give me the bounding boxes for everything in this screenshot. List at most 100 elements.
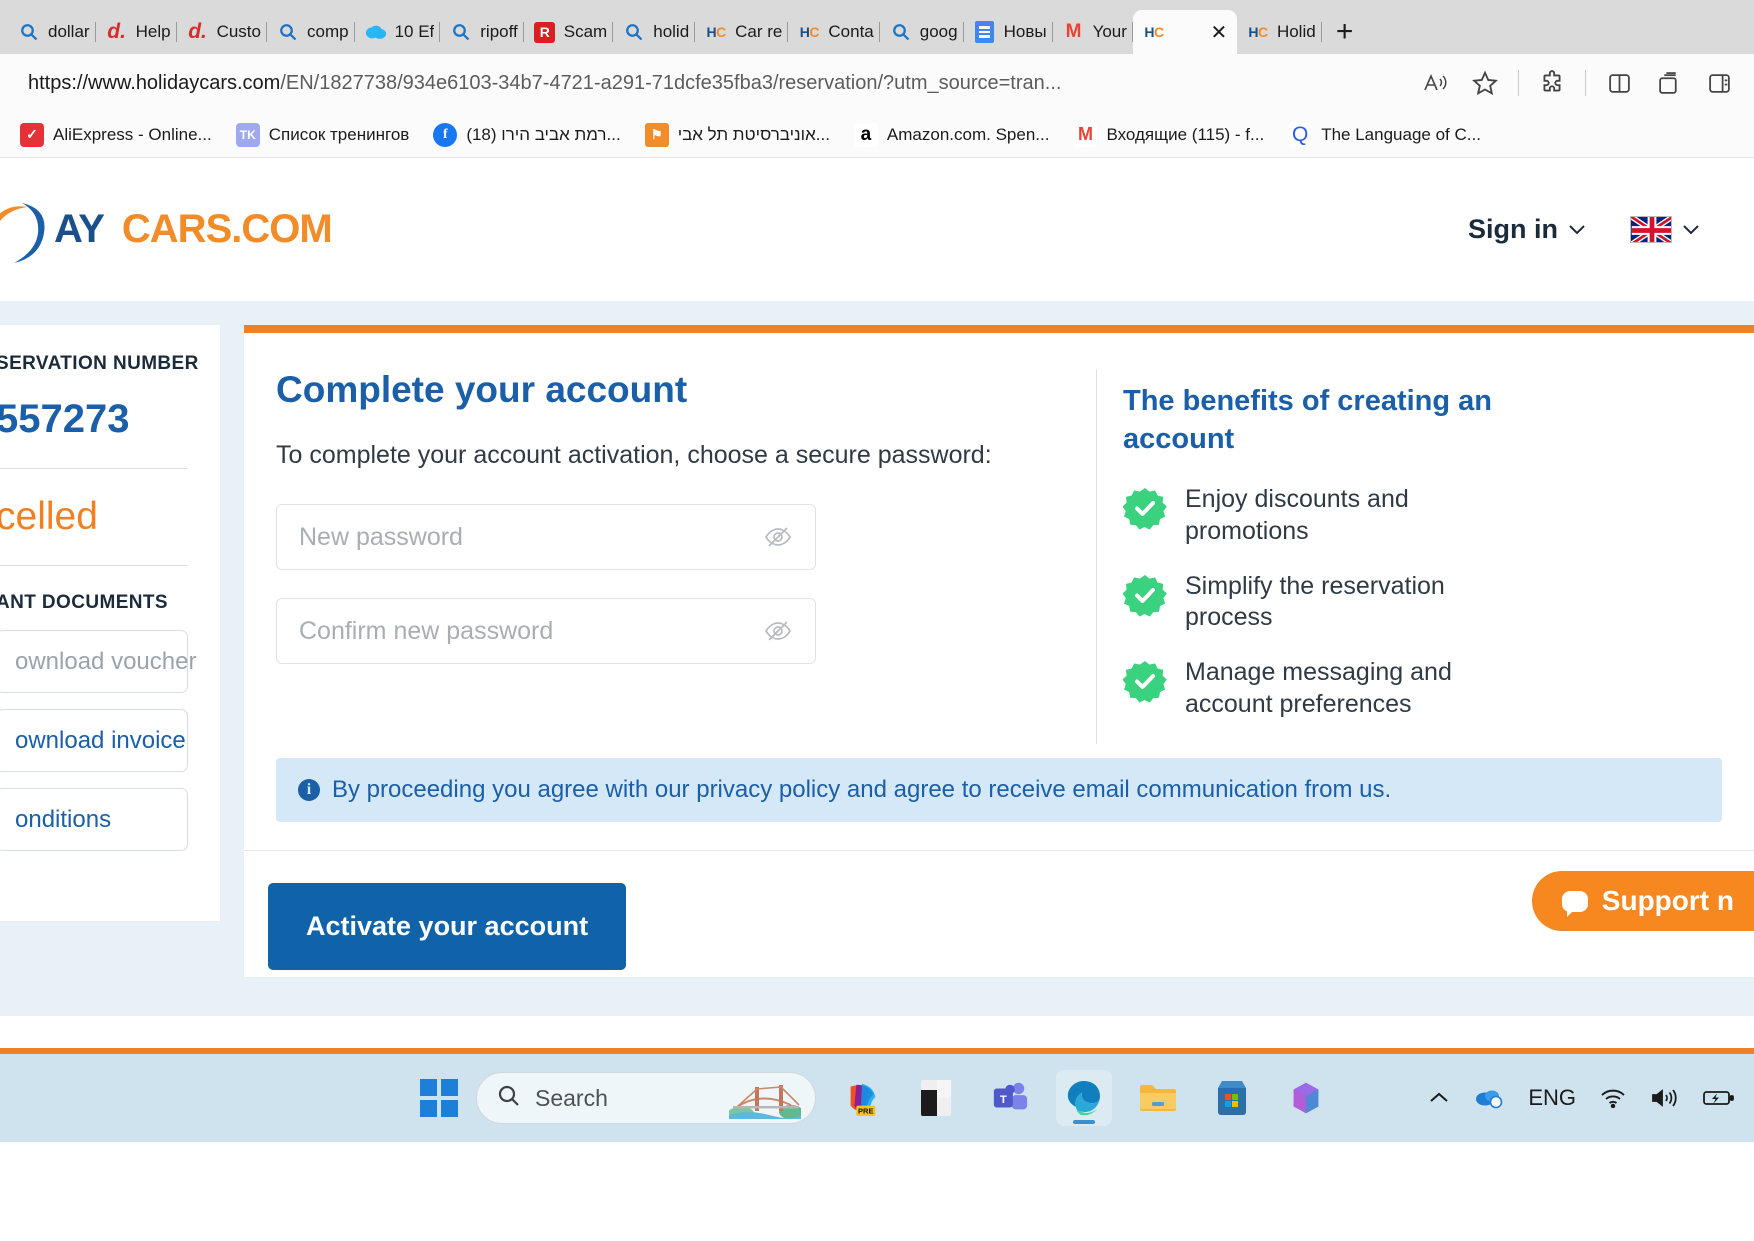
confirm-password-field[interactable]: Confirm new password	[276, 598, 816, 664]
benefit-item: Manage messaging and account preferences	[1122, 657, 1516, 720]
browser-tab[interactable]: HC Conta	[788, 10, 880, 54]
onedrive-icon[interactable]	[1474, 1087, 1504, 1109]
extensions-icon[interactable]	[1531, 62, 1573, 104]
conditions-button[interactable]: onditions	[0, 788, 188, 851]
volume-icon[interactable]	[1650, 1087, 1678, 1109]
dafont-icon: d.	[188, 20, 207, 43]
browser-tab[interactable]: R Scam	[524, 10, 614, 54]
info-icon: i	[298, 778, 320, 801]
bookmark-item[interactable]: ⚑ אוניברסיטת תל אבי...	[635, 119, 840, 151]
tab-title: Scam	[563, 22, 608, 41]
office-icon[interactable]	[1278, 1070, 1334, 1126]
tab-title: dollar	[48, 22, 90, 41]
browser-essentials-icon[interactable]	[1698, 62, 1740, 104]
new-password-field[interactable]: New password	[276, 504, 816, 570]
browser-tab-active[interactable]: HC ✕	[1132, 10, 1237, 54]
tab-title: Holid	[1276, 22, 1316, 41]
microsoft-store-icon[interactable]	[1204, 1070, 1260, 1126]
language-indicator[interactable]: ENG	[1528, 1085, 1576, 1111]
browser-tab[interactable]: Новы	[964, 10, 1053, 54]
sign-in-button[interactable]: Sign in	[1468, 214, 1586, 245]
taskbar-search-box[interactable]: Search	[476, 1072, 816, 1124]
mortarboard-icon: ⚑	[644, 122, 669, 147]
form-instructions: To complete your account activation, cho…	[276, 441, 992, 469]
file-explorer-icon[interactable]	[1130, 1070, 1186, 1126]
new-tab-button[interactable]: +	[1322, 10, 1368, 54]
chat-bubble-icon	[1561, 890, 1588, 917]
collections-icon[interactable]	[1648, 62, 1690, 104]
logo-swoosh-icon	[0, 193, 58, 267]
bookmark-label: (18) רמת אביב הירו...	[466, 124, 621, 144]
browser-tab[interactable]: goog	[880, 10, 964, 54]
bookmark-label: The Language of C...	[1321, 124, 1481, 144]
browser-tab[interactable]: 10 Ef	[355, 10, 441, 54]
dafont-icon: d.	[107, 20, 126, 43]
bookmark-item[interactable]: M Входящие (115) - f...	[1063, 119, 1274, 151]
site-logo[interactable]: AY CARS.COM	[0, 193, 333, 267]
browser-tab[interactable]: HC Holid	[1237, 10, 1322, 54]
teams-icon[interactable]: T	[982, 1070, 1038, 1126]
bridge-illustration-icon	[728, 1077, 803, 1119]
close-icon[interactable]: ✕	[1207, 20, 1231, 45]
bookmark-item[interactable]: f (18) רמת אביב הירו...	[423, 119, 630, 151]
benefit-label: Manage messaging and account preferences	[1185, 658, 1452, 718]
bookmark-item[interactable]: ✓ AliExpress - Online...	[10, 119, 222, 151]
browser-tab[interactable]: comp	[267, 10, 355, 54]
complete-account-card: Complete your account To complete your a…	[244, 325, 1754, 977]
password-form: Complete your account To complete your a…	[276, 369, 1096, 744]
wifi-icon[interactable]	[1600, 1088, 1626, 1108]
privacy-notice-text: By proceeding you agree with our privacy…	[332, 775, 1392, 803]
url-domain: https://www.holidaycars.com	[28, 71, 281, 94]
edge-icon[interactable]	[1056, 1070, 1112, 1126]
support-chat-button[interactable]: Support n	[1531, 871, 1754, 931]
eye-off-icon[interactable]	[763, 525, 793, 549]
dark-app-icon[interactable]	[908, 1070, 964, 1126]
browser-tab[interactable]: ripoff	[440, 10, 524, 54]
browser-tab[interactable]: holid	[613, 10, 696, 54]
bookmark-item[interactable]: a Amazon.com. Spen...	[844, 119, 1060, 151]
read-aloud-icon[interactable]	[1414, 62, 1456, 104]
browser-tab[interactable]: d. Help	[96, 10, 177, 54]
cloud-icon	[365, 21, 387, 43]
site-header: AY CARS.COM Sign in	[0, 158, 1754, 301]
card-body: Complete your account To complete your a…	[244, 333, 1754, 744]
svg-text:T: T	[1000, 1094, 1007, 1106]
tab-title: Help	[135, 22, 171, 41]
holidaycars-icon: HC	[799, 24, 820, 40]
download-invoice-button[interactable]: ownload invoice	[0, 709, 188, 772]
page-footer-strip	[0, 1016, 1754, 1048]
copilot-icon[interactable]: PRE	[834, 1070, 890, 1126]
search-icon	[277, 21, 299, 43]
address-bar-row: https://www.holidaycars.com/EN/1827738/9…	[0, 54, 1754, 112]
gmail-icon: M	[1065, 21, 1082, 42]
browser-tab[interactable]: M Your	[1053, 10, 1133, 54]
svg-text:PRE: PRE	[858, 1107, 874, 1116]
browser-tab[interactable]: HC Car re	[695, 10, 789, 54]
chevron-down-icon	[1682, 220, 1700, 240]
language-selector[interactable]	[1630, 216, 1700, 243]
tab-title: Custo	[216, 22, 261, 41]
documents-label: ANT DOCUMENTS	[0, 592, 168, 613]
browser-window: dollar d. Help d. Custo comp 10 Ef ripof…	[0, 0, 1754, 1241]
bookmark-item[interactable]: Q The Language of C...	[1278, 119, 1491, 151]
toolbar-divider	[1518, 70, 1519, 96]
holidaycars-icon: HC	[1144, 24, 1164, 40]
tab-title: holid	[653, 22, 690, 41]
bookmark-item[interactable]: TK Список тренингов	[226, 119, 420, 151]
download-voucher-button[interactable]: ownload voucher	[0, 630, 196, 693]
start-button[interactable]	[420, 1079, 458, 1117]
check-badge-icon	[1122, 659, 1167, 703]
tray-chevron-up-icon[interactable]	[1428, 1091, 1450, 1105]
browser-tab[interactable]: d. Custo	[177, 10, 267, 54]
battery-charging-icon[interactable]	[1702, 1088, 1734, 1108]
check-badge-icon	[1122, 573, 1167, 617]
tab-title: comp	[306, 22, 349, 41]
tk-icon: TK	[235, 122, 260, 147]
activate-account-button[interactable]: Activate your account	[268, 882, 627, 970]
split-screen-icon[interactable]	[1598, 62, 1640, 104]
browser-tab[interactable]: dollar	[8, 10, 96, 54]
favorite-star-icon[interactable]	[1464, 62, 1506, 104]
eye-off-icon[interactable]	[763, 619, 793, 643]
new-password-placeholder: New password	[299, 522, 463, 551]
address-bar[interactable]: https://www.holidaycars.com/EN/1827738/9…	[14, 62, 1406, 104]
